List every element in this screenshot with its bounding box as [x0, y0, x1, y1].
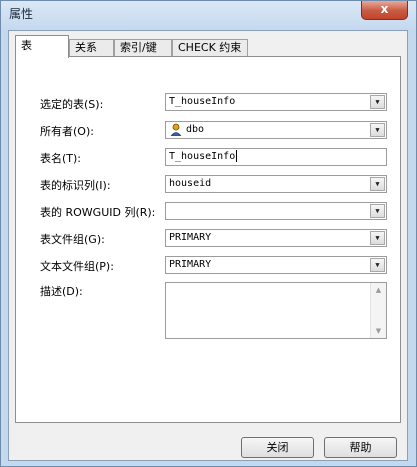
- chevron-down-icon[interactable]: ▼: [370, 95, 385, 109]
- selected-table-label: 选定的表(S):: [40, 98, 104, 111]
- user-icon: [169, 122, 183, 136]
- selected-table-value: T_houseInfo: [169, 96, 236, 107]
- rowguid-column-label: 表的 ROWGUID 列(R):: [40, 206, 156, 219]
- chevron-down-icon[interactable]: ▼: [370, 123, 385, 137]
- close-button[interactable]: 关闭: [241, 437, 314, 458]
- dialog-client-area: 表 关系 索引/键 CHECK 约束 选定的表(S): T_houseInfo …: [8, 30, 408, 461]
- text-filegroup-value: PRIMARY: [169, 259, 212, 270]
- chevron-down-icon[interactable]: ▼: [370, 231, 385, 245]
- scroll-down-icon[interactable]: ▼: [371, 324, 386, 338]
- window-close-button[interactable]: x: [361, 1, 408, 20]
- description-scrollbar[interactable]: ▲ ▼: [370, 283, 386, 338]
- window-title: 属性: [9, 7, 34, 21]
- identity-column-label: 表的标识列(I):: [40, 179, 111, 192]
- chevron-down-icon[interactable]: ▼: [370, 177, 385, 191]
- table-name-input[interactable]: T_houseInfo: [165, 148, 387, 166]
- table-name-label: 表名(T):: [40, 152, 82, 165]
- text-filegroup-label: 文本文件组(P):: [40, 260, 114, 273]
- selected-table-combo[interactable]: T_houseInfo ▼: [165, 93, 387, 111]
- identity-column-value: houseid: [169, 178, 212, 189]
- table-filegroup-value: PRIMARY: [169, 232, 212, 243]
- owner-label: 所有者(O):: [40, 125, 94, 138]
- tab-table[interactable]: 表: [15, 35, 69, 58]
- chevron-down-icon[interactable]: ▼: [370, 204, 385, 218]
- tab-table-label: 表: [21, 39, 32, 52]
- description-textarea[interactable]: ▲ ▼: [165, 282, 387, 339]
- table-tab-panel: 选定的表(S): T_houseInfo ▼ 所有者(O): dbo ▼ 表名(…: [15, 56, 401, 423]
- close-icon: x: [380, 2, 389, 16]
- table-filegroup-label: 表文件组(G):: [40, 233, 105, 246]
- identity-column-combo[interactable]: houseid ▼: [165, 175, 387, 193]
- table-name-value: T_houseInfo: [169, 151, 236, 162]
- text-cursor: [236, 150, 238, 162]
- owner-combo[interactable]: dbo ▼: [165, 121, 387, 139]
- rowguid-column-combo[interactable]: ▼: [165, 202, 387, 220]
- title-bar[interactable]: 属性 x: [1, 1, 416, 27]
- help-button[interactable]: 帮助: [324, 437, 397, 458]
- tab-indexes-keys-label: 索引/键: [120, 41, 157, 54]
- properties-window: 属性 x 表 关系 索引/键 CHECK 约束 选定的表(S): T_house…: [0, 0, 417, 467]
- tab-check-constraints-label: CHECK 约束: [178, 41, 242, 54]
- chevron-down-icon[interactable]: ▼: [370, 258, 385, 272]
- tab-relationships[interactable]: 关系: [69, 39, 114, 57]
- scroll-up-icon[interactable]: ▲: [371, 283, 386, 297]
- table-filegroup-combo[interactable]: PRIMARY ▼: [165, 229, 387, 247]
- owner-value: dbo: [186, 124, 205, 135]
- tab-check-constraints[interactable]: CHECK 约束: [172, 39, 248, 57]
- tab-indexes-keys[interactable]: 索引/键: [114, 39, 172, 57]
- description-label: 描述(D):: [40, 285, 83, 298]
- close-button-label: 关闭: [266, 441, 289, 454]
- text-filegroup-combo[interactable]: PRIMARY ▼: [165, 256, 387, 274]
- help-button-label: 帮助: [349, 441, 372, 454]
- tab-relationships-label: 关系: [75, 41, 97, 54]
